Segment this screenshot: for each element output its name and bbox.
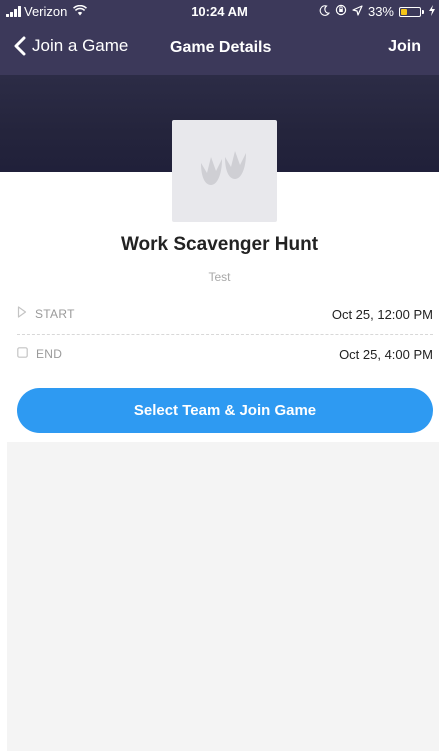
join-button[interactable]: Join xyxy=(388,38,421,56)
select-team-join-button[interactable]: Select Team & Join Game xyxy=(17,388,433,433)
status-right: 33% xyxy=(319,4,435,19)
game-details-screen: Verizon 10:24 AM 33% Join a Game Game De… xyxy=(0,0,439,751)
game-title: Work Scavenger Hunt xyxy=(120,234,319,255)
status-bar: Verizon 10:24 AM 33% xyxy=(0,0,439,24)
moon-icon xyxy=(319,4,331,19)
end-label: END xyxy=(36,347,63,361)
chevron-left-icon xyxy=(12,36,28,56)
end-row: END Oct 25, 4:00 PM xyxy=(17,344,433,364)
end-value: Oct 25, 4:00 PM xyxy=(339,346,433,362)
page-title: Game Details xyxy=(170,39,272,56)
content-placeholder-area xyxy=(7,442,439,751)
play-outline-icon xyxy=(17,305,27,323)
back-button-label: Join a Game xyxy=(32,36,129,55)
start-row: START Oct 25, 12:00 PM xyxy=(17,304,433,324)
game-subtitle: Test xyxy=(208,270,231,284)
row-divider xyxy=(17,334,433,335)
battery-icon xyxy=(399,6,424,17)
rotation-lock-icon xyxy=(335,4,347,19)
start-value: Oct 25, 12:00 PM xyxy=(331,306,433,322)
footprints-icon xyxy=(197,149,253,194)
location-arrow-icon xyxy=(352,4,363,19)
battery-percent: 33% xyxy=(367,4,394,19)
nav-bar: Join a Game Game Details Join xyxy=(0,30,439,70)
charging-bolt-icon xyxy=(429,4,435,19)
square-outline-icon xyxy=(17,345,28,363)
start-label: START xyxy=(35,307,75,321)
back-button[interactable]: Join a Game xyxy=(12,36,128,56)
game-image xyxy=(172,120,277,222)
start-row-left: START xyxy=(17,305,75,323)
end-row-left: END xyxy=(17,345,62,363)
top-header: Verizon 10:24 AM 33% Join a Game Game De… xyxy=(0,0,439,75)
